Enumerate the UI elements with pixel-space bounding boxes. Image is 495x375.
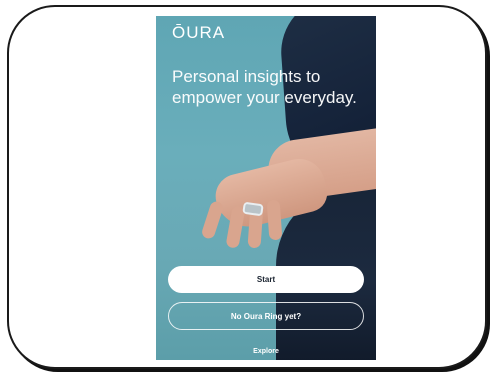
oura-logo: ŌURA — [172, 23, 226, 42]
ring-icon — [242, 201, 264, 217]
explore-link[interactable]: Explore — [156, 348, 376, 355]
headline-text: Personal insights to empower your everyd… — [172, 67, 357, 107]
onboarding-screen: ŌURA Personal insights to empower your e… — [156, 16, 376, 360]
start-button[interactable]: Start — [168, 266, 364, 293]
finger-shape — [266, 199, 283, 241]
no-ring-button[interactable]: No Oura Ring yet? — [168, 302, 364, 330]
finger-shape — [200, 199, 225, 241]
